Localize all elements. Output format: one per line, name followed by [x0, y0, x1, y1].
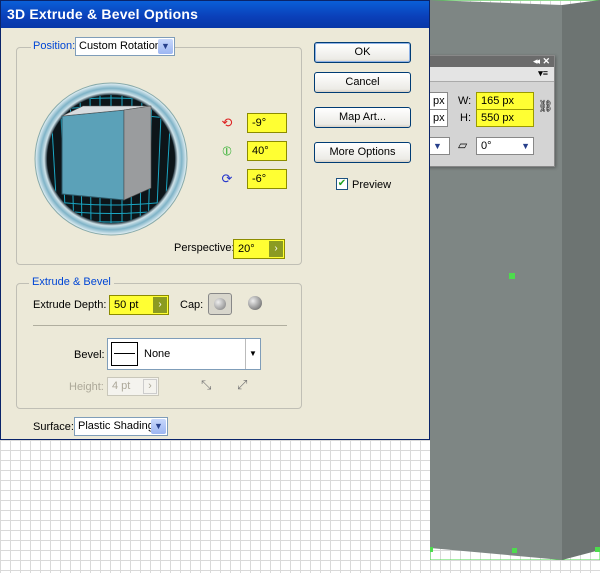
width-field[interactable]: 165 px	[476, 92, 534, 110]
perspective-label: Perspective:	[174, 242, 235, 254]
x-rotation-field[interactable]: -9°	[247, 113, 287, 133]
dialog-titlebar[interactable]: 3D Extrude & Bevel Options	[1, 1, 429, 28]
shape-side-face	[562, 0, 600, 560]
cap-label: Cap:	[180, 299, 204, 311]
panel-menu-icon[interactable]: ▾≡	[538, 68, 548, 79]
divider	[33, 325, 287, 326]
chevron-right-icon[interactable]: ›	[269, 241, 283, 257]
bevel-dropdown[interactable]: None ▼	[107, 338, 261, 370]
collapse-icon[interactable]: ◂◂	[533, 56, 540, 67]
position-label: Position:	[31, 40, 78, 52]
surface-label: Surface:	[33, 421, 74, 433]
rotate-dropdown[interactable]: ▼	[428, 137, 450, 155]
x-field[interactable]: px	[428, 92, 448, 110]
panel-titlebar: ◂◂ ✕	[426, 56, 554, 67]
bevel-preview-icon	[111, 342, 138, 366]
chevron-down-icon: ▼	[158, 39, 173, 54]
chevron-right-icon: ›	[143, 379, 157, 394]
chevron-down-icon: ▼	[245, 339, 260, 369]
y-rotation-field[interactable]: 40°	[247, 141, 287, 161]
height-label: H:	[460, 112, 471, 124]
dialog-title: 3D Extrude & Bevel Options	[7, 6, 199, 22]
cap-on-icon	[214, 298, 226, 310]
constrain-proportions-icon[interactable]: ⛓	[538, 99, 553, 113]
cap-on-button[interactable]	[208, 293, 232, 315]
y-axis-rotation-icon: ⦶	[222, 143, 232, 158]
rotation-track-cube[interactable]	[34, 82, 188, 236]
extrude-bevel-dialog: 3D Extrude & Bevel Options Position: Cus…	[0, 0, 430, 440]
perspective-field[interactable]: 20° ›	[233, 239, 285, 259]
cube-front-face	[61, 109, 125, 201]
panel-tabbar: ▾≡	[426, 67, 554, 82]
height-label: Height:	[69, 381, 104, 393]
shear-dropdown-icon[interactable]: ▼	[521, 138, 530, 154]
ok-button[interactable]: OK	[314, 42, 411, 63]
bevel-extent-out-icon[interactable]: ⤡	[201, 377, 211, 393]
width-label: W:	[458, 95, 472, 107]
preview-label: Preview	[352, 179, 392, 191]
height-field[interactable]: 550 px	[476, 109, 534, 127]
close-panel-icon[interactable]: ✕	[542, 56, 550, 67]
cube-side-face	[123, 105, 152, 201]
y-field[interactable]: px	[428, 109, 448, 127]
position-dropdown[interactable]: Custom Rotation ▼	[75, 37, 175, 56]
extrude-bevel-legend: Extrude & Bevel	[29, 276, 114, 288]
extrude-depth-label: Extrude Depth:	[33, 299, 107, 311]
more-options-button[interactable]: More Options	[314, 142, 411, 163]
cap-off-icon[interactable]	[248, 296, 262, 310]
preview-checkbox[interactable]: ✔	[336, 178, 348, 190]
center-point-handle[interactable]	[509, 273, 515, 279]
chevron-down-icon: ▼	[151, 419, 166, 434]
shear-field[interactable]: 0° ▼	[476, 137, 534, 155]
selection-handle[interactable]	[512, 548, 517, 553]
bevel-extent-in-icon[interactable]: ⤢	[237, 377, 247, 393]
z-rotation-field[interactable]: -6°	[247, 169, 287, 189]
extrude-depth-field[interactable]: 50 pt ›	[109, 295, 169, 315]
bevel-label: Bevel:	[74, 349, 105, 361]
map-art-button[interactable]: Map Art...	[314, 107, 411, 128]
chevron-right-icon[interactable]: ›	[153, 297, 167, 313]
shear-icon: ⏥	[458, 138, 468, 152]
height-field: 4 pt ›	[107, 377, 159, 396]
cancel-button[interactable]: Cancel	[314, 72, 411, 93]
transform-panel: ◂◂ ✕ ▾≡ px px W: 165 px H: 550 px ⛓ ▼ ⏥ …	[425, 55, 555, 167]
selection-handle[interactable]	[595, 547, 600, 552]
selection-handle[interactable]	[430, 547, 433, 552]
x-axis-rotation-icon: ⟲	[221, 115, 233, 130]
surface-dropdown[interactable]: Plastic Shading ▼	[74, 417, 168, 436]
z-axis-rotation-icon: ⟳	[221, 171, 233, 186]
